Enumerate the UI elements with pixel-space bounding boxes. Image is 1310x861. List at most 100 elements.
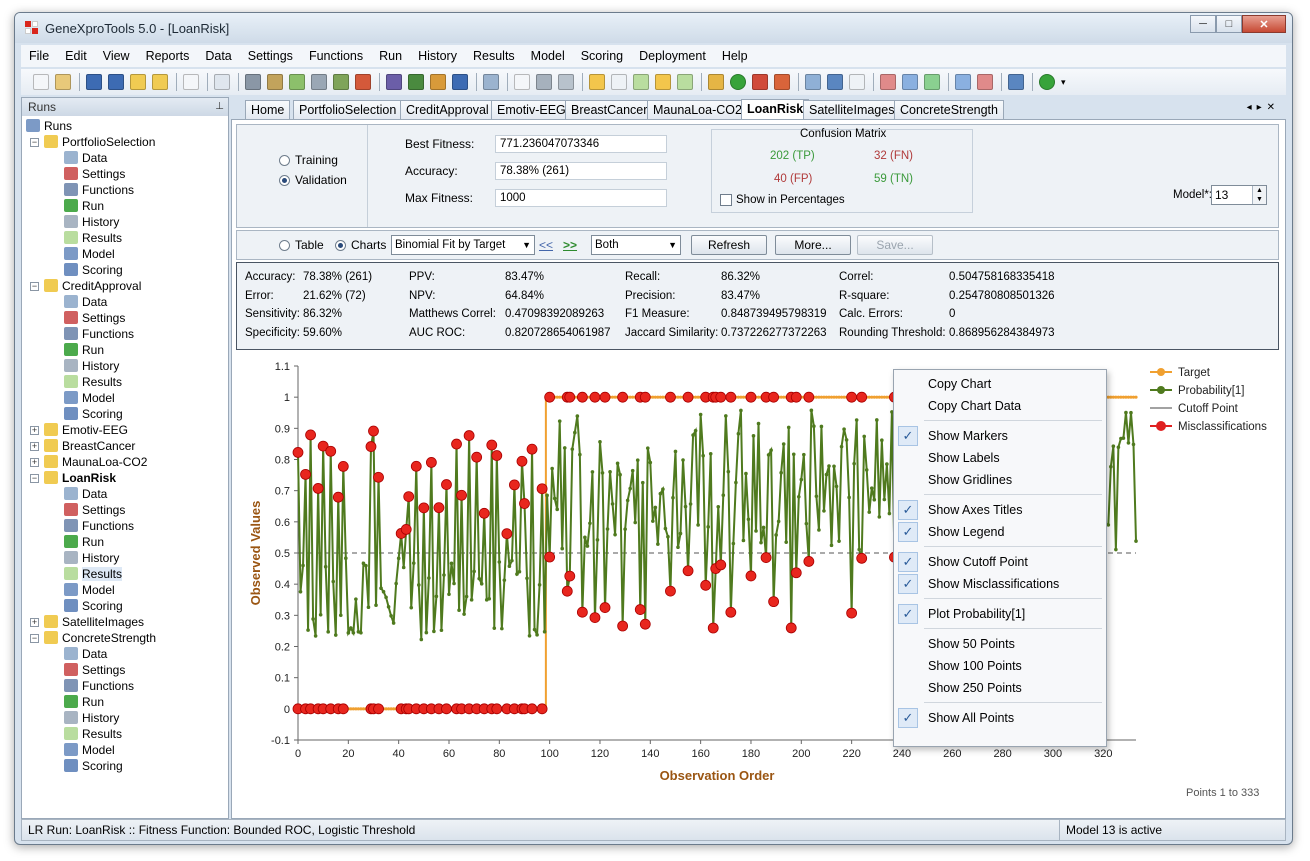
menu-reports[interactable]: Reports — [146, 49, 190, 63]
tab-home[interactable]: Home — [245, 100, 291, 119]
tree-item-functions[interactable]: Functions — [64, 326, 134, 342]
network-icon[interactable] — [483, 74, 499, 90]
tree-item-data[interactable]: Data — [64, 486, 107, 502]
tree-item-history[interactable]: History — [64, 214, 119, 230]
menu-item-show-markers[interactable]: ✓ Show Markers — [894, 425, 1106, 447]
validation-radio[interactable] — [279, 175, 290, 186]
tree-project-breastcancer[interactable]: BreastCancer — [44, 438, 135, 454]
tab-concretestrength[interactable]: ConcreteStrength — [894, 100, 1004, 119]
tree-item-scoring[interactable]: Scoring — [64, 598, 123, 614]
list-icon[interactable] — [849, 74, 865, 90]
menu-item-show-100-points[interactable]: Show 100 Points — [894, 655, 1106, 677]
menu-data[interactable]: Data — [205, 49, 231, 63]
tree-item-settings[interactable]: Settings — [64, 166, 125, 182]
chart-type-select[interactable]: Binomial Fit by Target ▼ — [391, 235, 535, 255]
tree-item-run[interactable]: Run — [64, 534, 104, 550]
tree-item-history[interactable]: History — [64, 358, 119, 374]
menu-functions[interactable]: Functions — [309, 49, 363, 63]
tab-scroll-arrows-icon[interactable]: ◂▸✕ — [1247, 102, 1280, 113]
menu-item-plot-probability-1[interactable]: ✓ Plot Probability[1] — [894, 603, 1106, 625]
folder-icon[interactable] — [130, 74, 146, 90]
tree-project-emotiv-eeg[interactable]: Emotiv-EEG — [44, 422, 128, 438]
menu-model[interactable]: Model — [531, 49, 565, 63]
folder-open-icon[interactable] — [152, 74, 168, 90]
scales-icon[interactable] — [267, 74, 283, 90]
tab-breastcancer[interactable]: BreastCancer — [565, 100, 654, 119]
chart-line-icon[interactable] — [633, 74, 649, 90]
menu-item-show-50-points[interactable]: Show 50 Points — [894, 633, 1106, 655]
hierarchy-icon[interactable] — [827, 74, 843, 90]
tree-item-results[interactable]: Results — [64, 726, 122, 742]
menu-settings[interactable]: Settings — [248, 49, 293, 63]
export-cpp-icon[interactable] — [924, 74, 940, 90]
tree-item-scoring[interactable]: Scoring — [64, 406, 123, 422]
tree-item-model[interactable]: Model — [64, 246, 115, 262]
collapse-icon[interactable]: − — [30, 282, 39, 291]
tree-project-satelliteimages[interactable]: SatelliteImages — [44, 614, 144, 630]
tab-maunaloa-co2[interactable]: MaunaLoa-CO2 — [647, 100, 748, 119]
collapse-icon[interactable]: − — [30, 138, 39, 147]
filter-icon[interactable] — [430, 74, 446, 90]
refresh-button[interactable]: Refresh — [691, 235, 767, 255]
cubes-icon[interactable] — [355, 74, 371, 90]
tree-item-results[interactable]: Results — [64, 230, 122, 246]
calculator-sheet-icon[interactable] — [1008, 74, 1024, 90]
menu-item-show-gridlines[interactable]: Show Gridlines — [894, 469, 1106, 491]
database-icon[interactable] — [245, 74, 261, 90]
pin-icon[interactable]: ⊥ — [215, 98, 224, 116]
tree-project-creditapproval[interactable]: CreditApproval — [44, 278, 141, 294]
export-cs-icon[interactable] — [902, 74, 918, 90]
chart-pie-icon[interactable] — [589, 74, 605, 90]
magic-icon[interactable] — [774, 74, 790, 90]
collapse-icon[interactable]: − — [30, 634, 39, 643]
open-icon[interactable] — [55, 74, 71, 90]
more-button[interactable]: More... — [775, 235, 851, 255]
menu-item-show-axes-titles[interactable]: ✓ Show Axes Titles — [894, 499, 1106, 521]
chart-results-icon[interactable] — [677, 74, 693, 90]
tree-item-data[interactable]: Data — [64, 150, 107, 166]
export-c-icon[interactable] — [880, 74, 896, 90]
tree-project-portfolioselection[interactable]: PortfolioSelection — [44, 134, 155, 150]
training-radio[interactable] — [279, 155, 290, 166]
brush-icon[interactable] — [708, 74, 724, 90]
tab-emotiv-eeg[interactable]: Emotiv-EEG — [491, 100, 572, 119]
gear-icon[interactable] — [536, 74, 552, 90]
expand-icon[interactable]: + — [30, 618, 39, 627]
calculator-icon[interactable] — [311, 74, 327, 90]
help-icon[interactable] — [1039, 74, 1055, 90]
tree-item-run[interactable]: Run — [64, 694, 104, 710]
menu-results[interactable]: Results — [473, 49, 515, 63]
package-icon[interactable] — [386, 74, 402, 90]
toolbar-overflow-icon[interactable]: ▾ — [1061, 77, 1066, 88]
preview-icon[interactable] — [214, 74, 230, 90]
tree-item-data[interactable]: Data — [64, 646, 107, 662]
menu-item-show-labels[interactable]: Show Labels — [894, 447, 1106, 469]
expand-icon[interactable]: + — [30, 458, 39, 467]
menu-help[interactable]: Help — [722, 49, 748, 63]
tab-loanrisk[interactable]: LoanRisk — [741, 99, 810, 119]
tree-item-functions[interactable]: Functions — [64, 518, 134, 534]
tree-item-data[interactable]: Data — [64, 294, 107, 310]
add-icon[interactable] — [730, 74, 746, 90]
next-chart-link[interactable]: >> — [563, 238, 577, 252]
link-icon[interactable] — [333, 74, 349, 90]
document-icon[interactable] — [514, 74, 530, 90]
tree-item-model[interactable]: Model — [64, 582, 115, 598]
tab-creditapproval[interactable]: CreditApproval — [400, 100, 495, 119]
menu-deployment[interactable]: Deployment — [639, 49, 706, 63]
minimize-button[interactable]: ─ — [1190, 15, 1216, 33]
model-spinner[interactable]: 13 ▲ ▼ — [1211, 185, 1267, 205]
tree-item-functions[interactable]: Functions — [64, 182, 134, 198]
tree-item-settings[interactable]: Settings — [64, 502, 125, 518]
best-fitness-field[interactable]: 771.236047073346 — [495, 135, 667, 153]
menu-history[interactable]: History — [418, 49, 457, 63]
menu-item-show-legend[interactable]: ✓ Show Legend — [894, 521, 1106, 543]
tree-item-functions[interactable]: Functions — [64, 678, 134, 694]
new-icon[interactable] — [33, 74, 49, 90]
previous-chart-link[interactable]: << — [539, 238, 553, 252]
accuracy-field[interactable]: 78.38% (261) — [495, 162, 667, 180]
tree-item-history[interactable]: History — [64, 550, 119, 566]
tree-item-model[interactable]: Model — [64, 390, 115, 406]
menu-scoring[interactable]: Scoring — [581, 49, 623, 63]
menu-run[interactable]: Run — [379, 49, 402, 63]
